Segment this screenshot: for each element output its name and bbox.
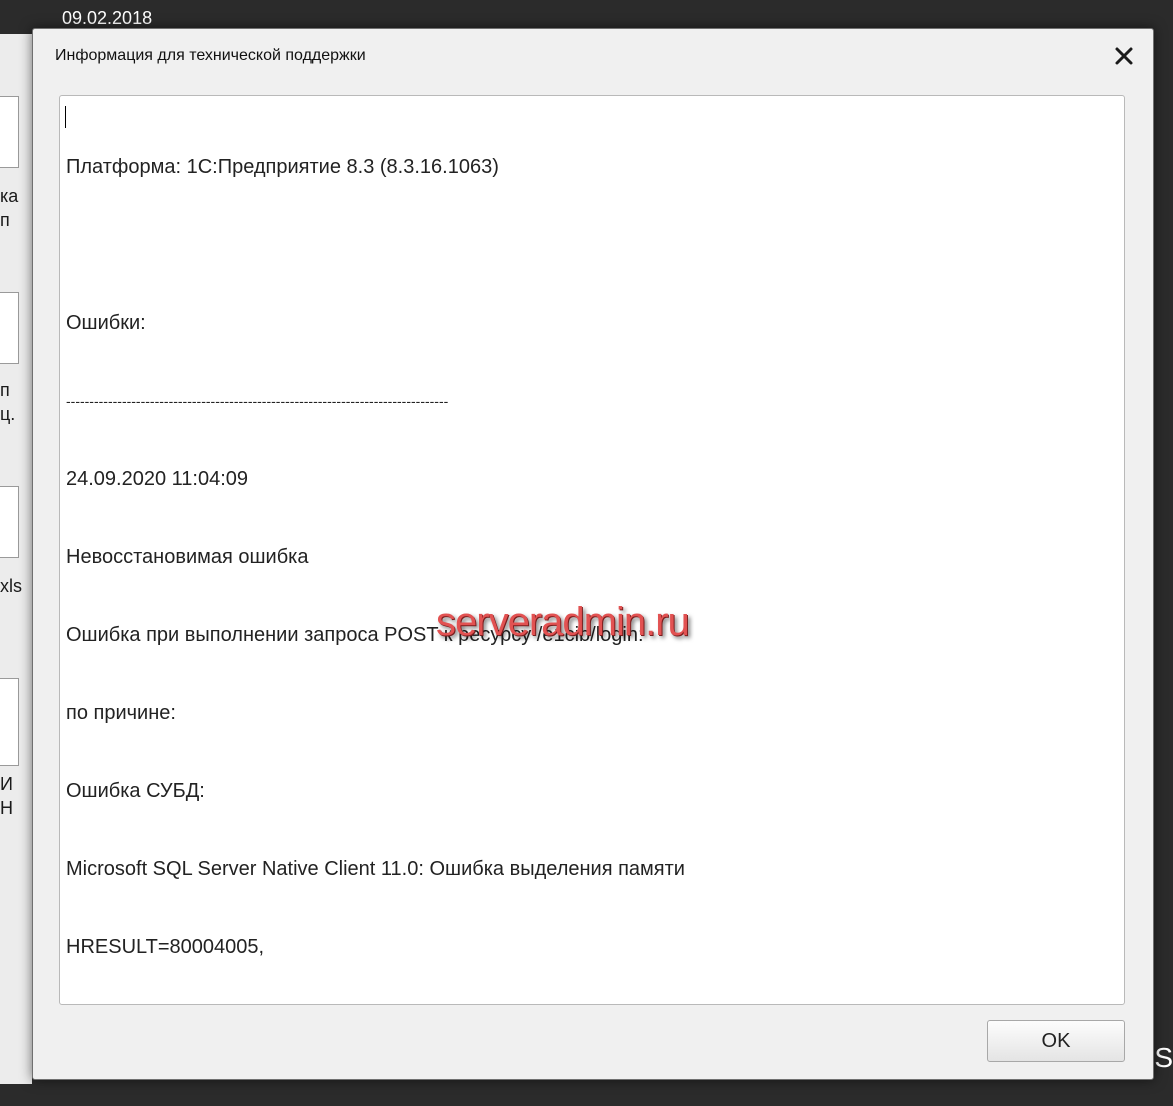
desktop-file-icon[interactable] <box>0 486 19 558</box>
dialog-titlebar[interactable]: Информация для технической поддержки <box>33 29 1153 85</box>
text-line-error-type: Невосстановимая ошибка <box>66 546 309 568</box>
background-text: S <box>1154 1042 1173 1073</box>
text-line-hresult: HRESULT=80004005, <box>66 936 265 958</box>
watermark: serveradmin.ru <box>436 600 690 644</box>
text-line-blank <box>66 232 685 258</box>
desktop-label: п <box>0 380 10 400</box>
text-line-reason: по причине: <box>66 702 176 724</box>
close-icon <box>1115 47 1133 65</box>
text-line-separator: ----------------------------------------… <box>66 393 449 409</box>
dialog-title: Информация для технической поддержки <box>55 47 366 64</box>
text-line-dbms-error: Ошибка СУБД: <box>66 780 205 802</box>
text-line-timestamp: 24.09.2020 11:04:09 <box>66 468 249 490</box>
desktop-file-icon[interactable] <box>0 292 19 364</box>
desktop-label: Н <box>0 798 13 818</box>
desktop-strip: ка п п ц. xls И Н <box>0 34 32 1084</box>
desktop-label: xls <box>0 576 22 596</box>
ok-button[interactable]: OK <box>987 1020 1125 1062</box>
desktop-label: И <box>0 774 13 794</box>
support-info-dialog: Информация для технической поддержки Пла… <box>32 28 1154 1080</box>
text-line-platform: Платформа: 1С:Предприятие 8.3 (8.3.16.10… <box>66 156 499 178</box>
desktop-label: п <box>0 210 10 230</box>
desktop-label: ц. <box>0 404 16 424</box>
text-line-sql-error: Microsoft SQL Server Native Client 11.0:… <box>66 858 685 880</box>
support-info-text: Платформа: 1С:Предприятие 8.3 (8.3.16.10… <box>66 102 685 1004</box>
text-line-errors-heading: Ошибки: <box>66 312 146 334</box>
support-info-textarea[interactable]: Платформа: 1С:Предприятие 8.3 (8.3.16.10… <box>59 95 1125 1005</box>
desktop-pdf-icon[interactable] <box>0 678 19 766</box>
desktop-file-icon[interactable] <box>0 96 19 168</box>
background-date: 09.02.2018 <box>62 8 153 28</box>
desktop-label: ка <box>0 186 19 206</box>
close-button[interactable] <box>1107 39 1141 73</box>
